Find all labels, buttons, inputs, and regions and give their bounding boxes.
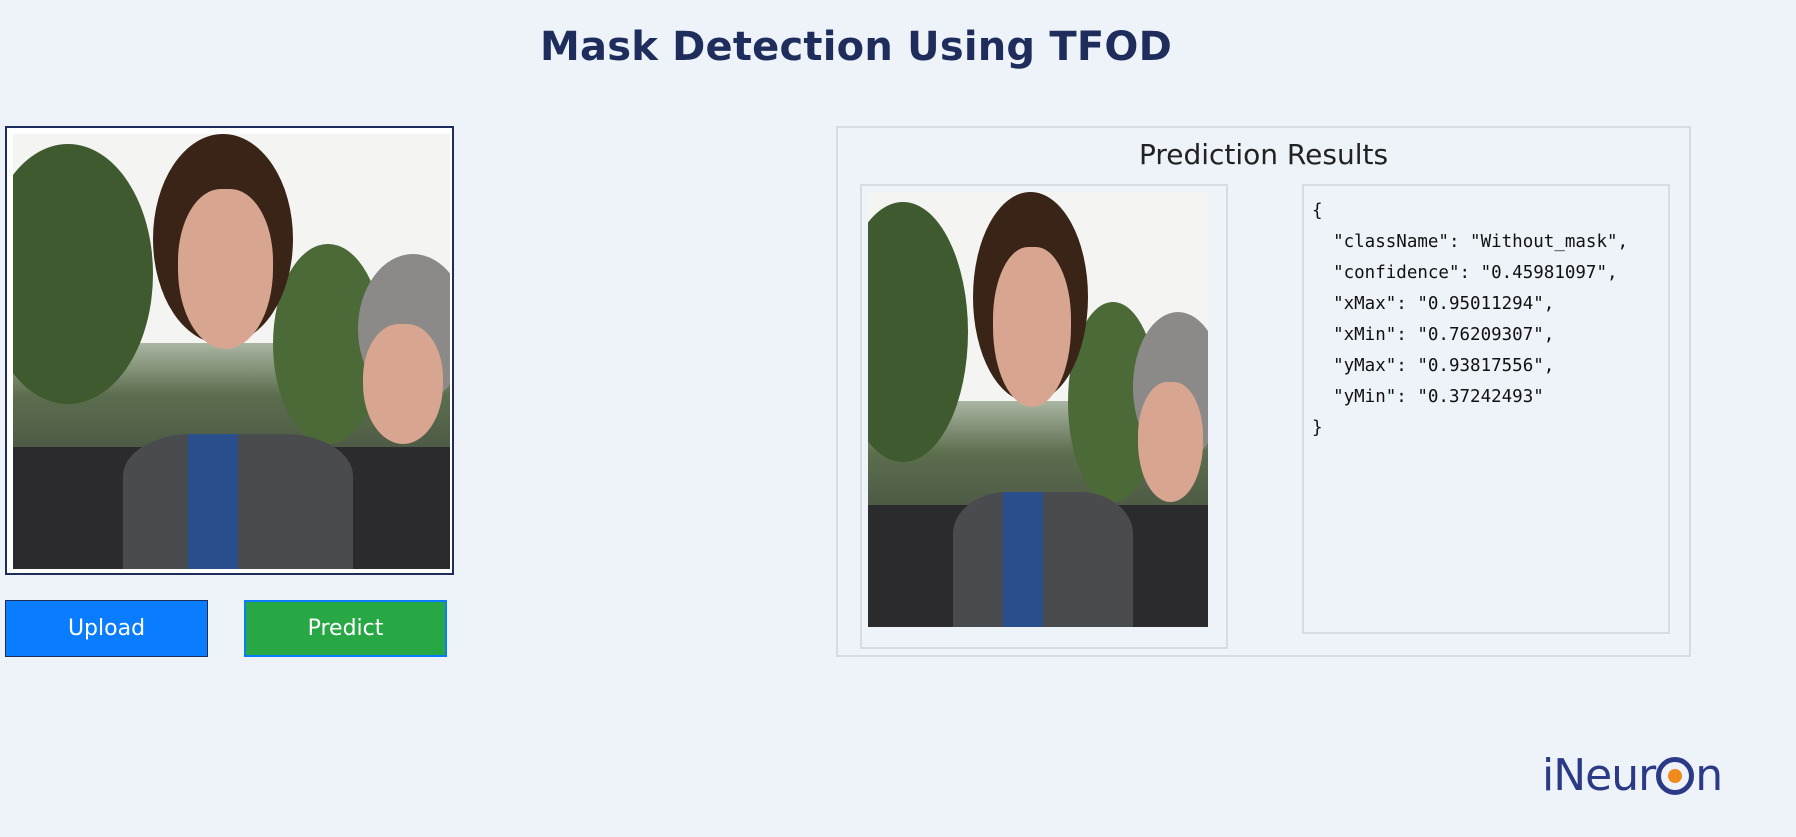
json-text: { "className": "Without_mask", "confiden… [1312, 196, 1660, 444]
results-title: Prediction Results [1138, 138, 1389, 171]
prediction-json-output: { "className": "Without_mask", "confiden… [1302, 184, 1670, 634]
logo-o-icon [1656, 756, 1695, 795]
result-image-frame [860, 184, 1228, 649]
json-line: "yMax": "0.93817556", [1312, 356, 1555, 376]
json-line: "xMin": "0.76209307", [1312, 325, 1555, 345]
prediction-results-panel: Prediction Results { "className": "Witho… [836, 126, 1691, 657]
json-line: } [1312, 418, 1323, 438]
json-line: { [1312, 201, 1323, 221]
uploaded-image [13, 134, 450, 569]
json-line: "xMax": "0.95011294", [1312, 294, 1555, 314]
upload-button[interactable]: Upload [5, 600, 208, 657]
logo-text-prefix: iNeur [1542, 750, 1656, 801]
logo-text-suffix: n [1695, 750, 1723, 801]
uploaded-image-frame [5, 126, 454, 575]
json-line: "confidence": "0.45981097", [1312, 263, 1618, 283]
ineuron-logo: iNeur n [1542, 750, 1723, 801]
page: Mask Detection Using TFOD Upload Predict… [0, 0, 1796, 837]
page-title: Mask Detection Using TFOD [540, 24, 1172, 70]
predict-button[interactable]: Predict [244, 600, 447, 657]
result-image [868, 192, 1208, 627]
json-line: "yMin": "0.37242493" [1312, 387, 1544, 407]
json-line: "className": "Without_mask", [1312, 232, 1629, 252]
